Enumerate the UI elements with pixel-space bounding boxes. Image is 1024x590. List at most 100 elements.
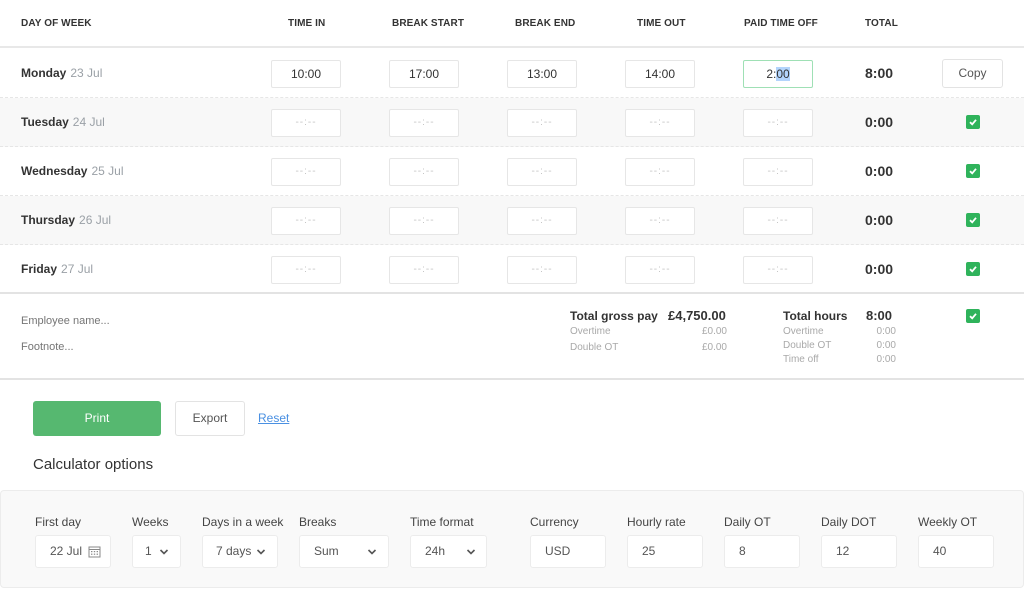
paid-time-off-input[interactable]: 2:00 [743, 60, 813, 88]
table-header: DAY OF WEEK TIME IN BREAK START BREAK EN… [0, 0, 1024, 48]
break-end-input[interactable]: --:-- [507, 158, 577, 186]
calculator-options-title: Calculator options [33, 456, 154, 473]
time-out-input[interactable]: --:-- [625, 256, 695, 284]
table-row-friday: Friday 27 Jul --:-- --:-- --:-- --:-- --:… [0, 245, 1024, 294]
pto-hours: 2: [766, 67, 777, 81]
paid-time-off-input[interactable]: --:-- [743, 256, 813, 284]
time-out-input[interactable]: 14:00 [625, 60, 695, 88]
day-name: Tuesday [21, 115, 69, 129]
day-date: 26 Jul [79, 213, 112, 227]
calculator-options-panel: First day 22 Jul Weeks 1 Days in a week … [0, 490, 1024, 588]
header-break-end: BREAK END [515, 18, 576, 29]
day-label: Friday 27 Jul [21, 262, 93, 276]
day-name: Thursday [21, 213, 76, 227]
break-end-input[interactable]: --:-- [507, 256, 577, 284]
time-in-input[interactable]: --:-- [271, 207, 341, 235]
break-end-input[interactable]: --:-- [507, 109, 577, 137]
day-date: 27 Jul [61, 262, 94, 276]
daily-ot-input[interactable]: 8 [724, 535, 800, 568]
header-break-start: BREAK START [392, 18, 465, 29]
time-format-value: 24h [425, 544, 446, 558]
day-label: Thursday 26 Jul [21, 213, 111, 227]
weeks-label: Weeks [132, 515, 169, 529]
include-day-checkbox[interactable] [966, 262, 980, 276]
header-total: TOTAL [865, 18, 898, 29]
first-day-value: 22 Jul [50, 544, 83, 558]
break-start-input[interactable]: --:-- [389, 207, 459, 235]
breaks-select[interactable]: Sum [299, 535, 389, 568]
chevron-down-icon [466, 549, 476, 555]
time-out-input[interactable]: --:-- [625, 158, 695, 186]
time-out-input[interactable]: --:-- [625, 207, 695, 235]
day-name: Monday [21, 66, 67, 80]
checkmark-icon [969, 217, 977, 224]
break-end-input[interactable]: 13:00 [507, 60, 577, 88]
time-out-input[interactable]: --:-- [625, 109, 695, 137]
breaks-value: Sum [314, 544, 339, 558]
hours-overtime-label: Overtime [783, 326, 824, 337]
first-day-datepicker[interactable]: 22 Jul [35, 535, 111, 568]
break-start-input[interactable]: --:-- [389, 256, 459, 284]
break-start-input[interactable]: 17:00 [389, 60, 459, 88]
chevron-down-icon [159, 549, 169, 555]
break-start-input[interactable]: --:-- [389, 158, 459, 186]
hours-double-ot-label: Double OT [783, 340, 832, 351]
paid-time-off-input[interactable]: --:-- [743, 158, 813, 186]
header-day-of-week: DAY OF WEEK [21, 18, 92, 29]
weekly-ot-input[interactable]: 40 [918, 535, 994, 568]
row-total: 8:00 [865, 65, 894, 81]
gross-pay-label: Total gross pay [570, 309, 658, 323]
pay-double-ot-label: Double OT [570, 342, 619, 353]
weeks-value: 1 [145, 544, 152, 558]
footnote-input[interactable] [21, 341, 321, 353]
row-total: 0:00 [865, 261, 894, 277]
gross-pay-value: £4,750.00 [668, 308, 726, 323]
hours-time-off-label: Time off [783, 354, 819, 365]
currency-input[interactable]: USD [530, 535, 606, 568]
include-day-checkbox[interactable] [966, 213, 980, 227]
paid-time-off-input[interactable]: --:-- [743, 109, 813, 137]
copy-button[interactable]: Copy [942, 59, 1003, 88]
time-in-input[interactable]: --:-- [271, 158, 341, 186]
export-button[interactable]: Export [175, 401, 245, 436]
day-label: Tuesday 24 Jul [21, 115, 105, 129]
include-day-checkbox[interactable] [966, 115, 980, 129]
paid-time-off-input[interactable]: --:-- [743, 207, 813, 235]
employee-name-input[interactable] [21, 315, 321, 327]
header-time-out: TIME OUT [637, 18, 686, 29]
time-in-input[interactable]: --:-- [271, 109, 341, 137]
break-start-input[interactable]: --:-- [389, 109, 459, 137]
table-row-thursday: Thursday 26 Jul --:-- --:-- --:-- --:-- -… [0, 196, 1024, 245]
time-in-input[interactable]: --:-- [271, 256, 341, 284]
breaks-label: Breaks [299, 515, 337, 529]
row-total: 0:00 [865, 212, 894, 228]
days-in-week-label: Days in a week [202, 515, 284, 529]
table-row-tuesday: Tuesday 24 Jul --:-- --:-- --:-- --:-- --… [0, 98, 1024, 147]
checkmark-icon [969, 119, 977, 126]
print-button[interactable]: Print [33, 401, 161, 436]
day-label: Monday 23 Jul [21, 66, 102, 80]
section-divider [0, 378, 1024, 380]
daily-dot-input[interactable]: 12 [821, 535, 897, 568]
include-day-checkbox[interactable] [966, 164, 980, 178]
days-in-week-select[interactable]: 7 days [202, 535, 278, 568]
pay-double-ot-value: £0.00 [701, 342, 727, 353]
chevron-down-icon [256, 549, 266, 555]
calendar-icon [88, 546, 101, 558]
weeks-select[interactable]: 1 [132, 535, 181, 568]
checkmark-icon [969, 313, 977, 320]
time-in-input[interactable]: 10:00 [271, 60, 341, 88]
chevron-down-icon [367, 549, 377, 555]
day-date: 25 Jul [91, 164, 124, 178]
daily-ot-label: Daily OT [724, 515, 771, 529]
time-format-select[interactable]: 24h [410, 535, 487, 568]
day-name: Friday [21, 262, 58, 276]
reset-link[interactable]: Reset [258, 411, 289, 425]
break-end-input[interactable]: --:-- [507, 207, 577, 235]
row-total: 0:00 [865, 114, 894, 130]
select-all-checkbox[interactable] [966, 309, 980, 323]
daily-dot-label: Daily DOT [821, 515, 877, 529]
table-row-monday: Monday 23 Jul 10:00 17:00 13:00 14:00 2:0… [0, 49, 1024, 98]
day-name: Wednesday [21, 164, 88, 178]
hourly-rate-input[interactable]: 25 [627, 535, 703, 568]
